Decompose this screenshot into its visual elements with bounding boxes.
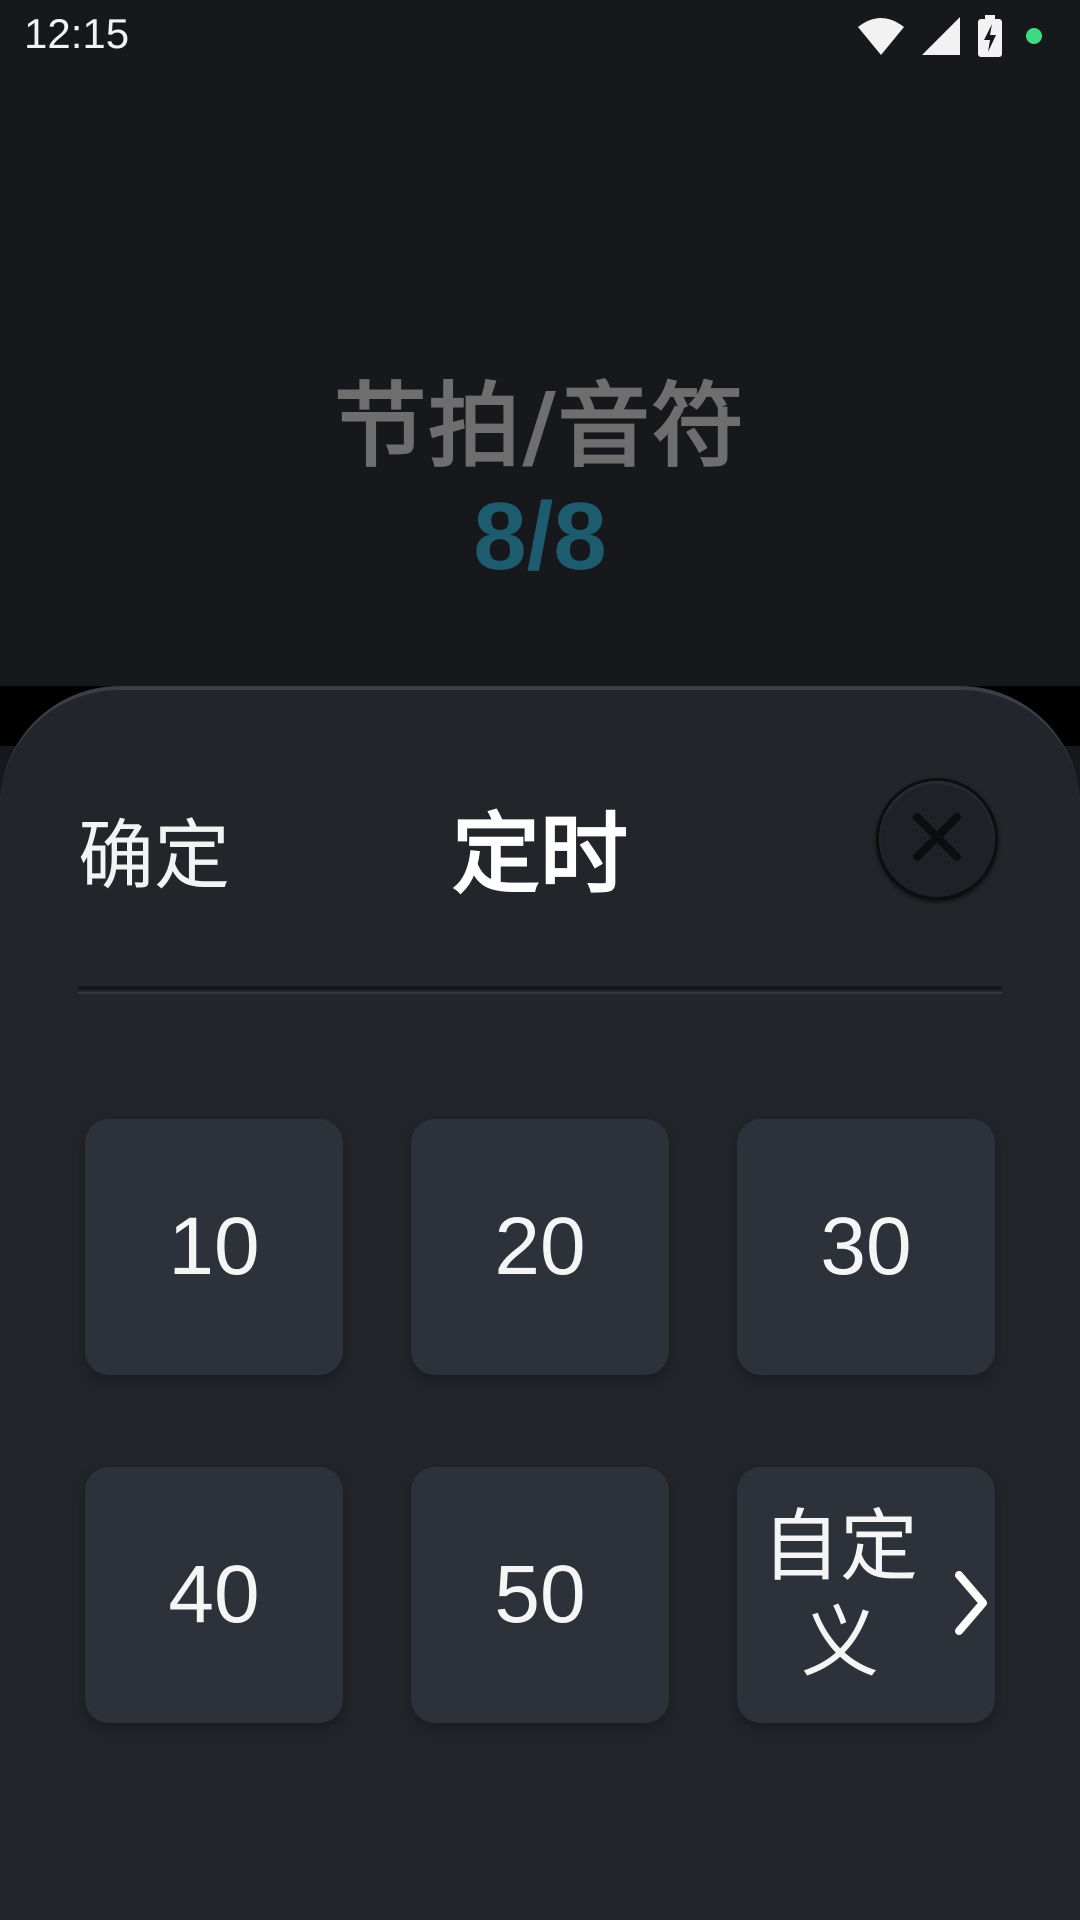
close-button[interactable] [876,778,998,900]
notification-dot [1026,28,1042,44]
status-time: 12:15 [24,10,130,57]
battery-charging-icon [978,15,1002,57]
signal-icon [922,17,960,55]
wifi-icon [858,17,904,55]
timer-option-40[interactable]: 40 [85,1467,343,1723]
close-icon [911,811,963,867]
timer-option-custom[interactable]: 自定义 [737,1467,995,1723]
timer-bottom-sheet: 确定 定时 10 20 30 40 50 自定义 [0,686,1080,1920]
custom-option-label: 自定义 [761,1502,918,1688]
background-title: 节拍/音符 [334,373,746,480]
timer-option-20[interactable]: 20 [411,1119,669,1375]
status-icons [858,12,1042,60]
timer-options-grid: 10 20 30 40 50 自定义 [85,1119,995,1723]
screen: 12:15 节拍/音符 8/8 确定 定时 10 20 30 40 50 自定义 [0,0,1080,1920]
sheet-divider [78,986,1002,994]
status-bar: 12:15 [0,0,1080,72]
timer-option-50[interactable]: 50 [411,1467,669,1723]
timer-option-10[interactable]: 10 [85,1119,343,1375]
background-value: 8/8 [473,483,607,590]
confirm-button[interactable]: 确定 [78,794,230,904]
timer-option-30[interactable]: 30 [737,1119,995,1375]
chevron-right-icon [951,1563,991,1657]
